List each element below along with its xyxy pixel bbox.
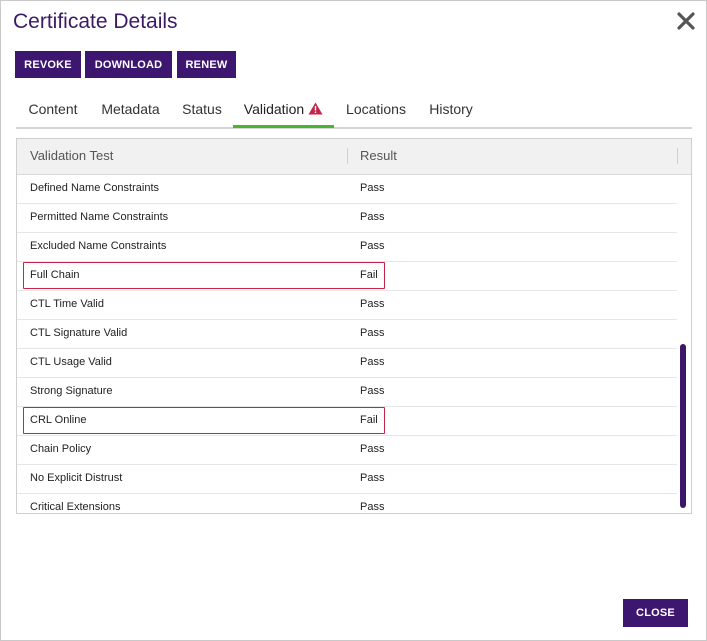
tab-bar: Content Metadata Status Validation Locat… [16, 97, 692, 129]
tab-label: Content [28, 101, 78, 117]
result-cell: Pass [360, 182, 385, 194]
table-row[interactable]: Defined Name Constraints Pass [17, 175, 677, 204]
tab-metadata[interactable]: Metadata [94, 97, 167, 125]
table-body: Defined Name Constraints Pass Permitted … [17, 175, 677, 513]
close-button[interactable]: CLOSE [623, 599, 688, 627]
tab-locations[interactable]: Locations [341, 97, 411, 125]
result-cell: Fail [360, 269, 378, 281]
table-row[interactable]: CTL Time Valid Pass [17, 291, 677, 320]
result-cell: Pass [360, 211, 385, 223]
validation-test-cell: Full Chain [30, 269, 80, 281]
column-header-result[interactable]: Result [360, 148, 397, 163]
validation-test-cell: Chain Policy [30, 443, 92, 455]
vertical-scrollbar[interactable] [680, 344, 686, 508]
tab-label: Metadata [101, 101, 160, 117]
download-button[interactable]: DOWNLOAD [85, 51, 172, 78]
validation-test-cell: CTL Signature Valid [30, 327, 128, 339]
table-row[interactable]: Permitted Name Constraints Pass [17, 204, 677, 233]
table-row[interactable]: Critical Extensions Pass [17, 494, 677, 513]
column-divider[interactable] [677, 148, 678, 164]
tab-label: Locations [346, 101, 406, 117]
result-cell: Pass [360, 327, 385, 339]
table-row[interactable]: No Explicit Distrust Pass [17, 465, 677, 494]
validation-test-cell: Excluded Name Constraints [30, 240, 167, 252]
tab-content[interactable]: Content [16, 97, 90, 125]
validation-test-cell: CRL Online [30, 414, 87, 426]
result-cell: Pass [360, 472, 385, 484]
result-cell: Pass [360, 443, 385, 455]
validation-test-cell: No Explicit Distrust [30, 472, 123, 484]
close-icon[interactable] [674, 9, 698, 33]
result-cell: Pass [360, 298, 385, 310]
table-row[interactable]: Strong Signature Pass [17, 378, 677, 407]
result-cell: Pass [360, 240, 385, 252]
tab-label: Validation [243, 101, 305, 117]
table-row[interactable]: Excluded Name Constraints Pass [17, 233, 677, 262]
result-cell: Pass [360, 501, 385, 513]
tab-label: Status [182, 101, 222, 117]
result-cell: Fail [360, 414, 378, 426]
table-header: Validation Test Result [17, 139, 691, 175]
result-cell: Pass [360, 356, 385, 368]
validation-test-cell: Permitted Name Constraints [30, 211, 169, 223]
tab-status[interactable]: Status [176, 97, 228, 125]
tab-label: History [429, 101, 473, 117]
result-cell: Pass [360, 385, 385, 397]
column-header-validation-test[interactable]: Validation Test [30, 148, 113, 163]
revoke-button[interactable]: REVOKE [15, 51, 81, 78]
table-row[interactable]: CTL Usage Valid Pass [17, 349, 677, 378]
action-toolbar: REVOKE DOWNLOAD RENEW [15, 51, 236, 78]
warning-icon [308, 98, 323, 122]
certificate-details-dialog: Certificate Details REVOKE DOWNLOAD RENE… [0, 0, 707, 641]
validation-test-cell: Critical Extensions [30, 501, 121, 513]
validation-test-cell: Strong Signature [30, 385, 113, 397]
table-row[interactable]: CRL Online Fail [17, 407, 677, 436]
validation-test-cell: CTL Usage Valid [30, 356, 112, 368]
column-divider[interactable] [347, 148, 348, 164]
renew-button[interactable]: RENEW [177, 51, 236, 78]
validation-test-cell: CTL Time Valid [30, 298, 104, 310]
table-row[interactable]: Full Chain Fail [17, 262, 677, 291]
tab-validation[interactable]: Validation [233, 97, 334, 128]
table-row[interactable]: CTL Signature Valid Pass [17, 320, 677, 349]
validation-test-cell: Defined Name Constraints [30, 182, 160, 194]
validation-table: Validation Test Result Defined Name Cons… [16, 138, 692, 514]
dialog-title: Certificate Details [13, 10, 178, 33]
tab-history[interactable]: History [421, 97, 481, 125]
table-row[interactable]: Chain Policy Pass [17, 436, 677, 465]
